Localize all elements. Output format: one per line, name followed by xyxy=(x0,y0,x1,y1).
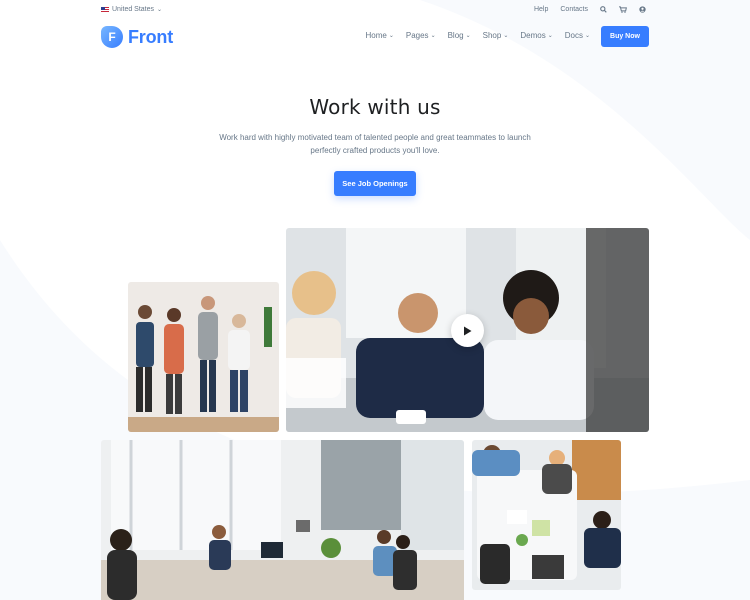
menu-item-label: Shop xyxy=(482,31,502,40)
office-photo xyxy=(101,440,464,600)
hero-subtitle: Work hard with highly motivated team of … xyxy=(219,133,531,155)
contacts-link[interactable]: Contacts xyxy=(560,6,588,13)
chevron-down-icon: ⌄ xyxy=(503,33,509,39)
search-icon[interactable] xyxy=(600,6,607,13)
menu-item-docs[interactable]: Docs ⌄ xyxy=(565,31,590,40)
menu-item-label: Docs xyxy=(564,31,583,40)
us-flag-icon xyxy=(101,6,109,13)
logo-text: Front xyxy=(128,26,173,47)
chevron-down-icon: ⌄ xyxy=(157,7,163,13)
menu-item-shop[interactable]: Shop ⌄ xyxy=(483,31,509,40)
region-selector[interactable]: United States ⌄ xyxy=(101,6,162,13)
cart-icon[interactable] xyxy=(619,6,627,13)
help-link[interactable]: Help xyxy=(534,6,548,13)
logo[interactable]: F Front xyxy=(101,26,173,48)
chevron-down-icon: ⌄ xyxy=(547,33,553,39)
topbar: United States ⌄ Help Contacts xyxy=(0,0,750,22)
chevron-down-icon: ⌄ xyxy=(465,33,471,39)
see-job-openings-button[interactable]: See Job Openings xyxy=(334,171,416,196)
user-icon[interactable] xyxy=(639,6,646,13)
menu-item-label: Pages xyxy=(405,31,429,40)
buy-now-button[interactable]: Buy Now xyxy=(601,26,649,47)
hero-section: Work with us Work hard with highly motiv… xyxy=(0,95,750,157)
navbar: F Front Home ⌄ Pages ⌄ Blog ⌄ Shop ⌄ Demos ⌄ … xyxy=(0,22,750,54)
menu-item-blog[interactable]: Blog ⌄ xyxy=(448,31,471,40)
menu-item-label: Home xyxy=(365,31,387,40)
logo-mark: F xyxy=(101,26,123,48)
chevron-down-icon: ⌄ xyxy=(584,33,590,39)
region-label: United States xyxy=(112,6,155,13)
menu-item-pages[interactable]: Pages ⌄ xyxy=(406,31,436,40)
desk-collaboration-photo xyxy=(472,440,621,590)
team-photo-wall xyxy=(128,282,279,432)
menu-item-home[interactable]: Home ⌄ xyxy=(366,31,394,40)
chevron-down-icon: ⌄ xyxy=(430,33,436,39)
main-menu: Home ⌄ Pages ⌄ Blog ⌄ Shop ⌄ Demos ⌄ Docs ⌄ xyxy=(366,31,591,40)
hero-title: Work with us xyxy=(309,95,441,119)
menu-item-demos[interactable]: Demos ⌄ xyxy=(520,31,552,40)
play-button[interactable] xyxy=(451,314,484,347)
menu-item-label: Blog xyxy=(447,31,464,40)
play-icon xyxy=(464,326,472,335)
menu-item-label: Demos xyxy=(520,31,546,40)
top-links: Help Contacts xyxy=(534,6,646,13)
chevron-down-icon: ⌄ xyxy=(388,33,394,39)
